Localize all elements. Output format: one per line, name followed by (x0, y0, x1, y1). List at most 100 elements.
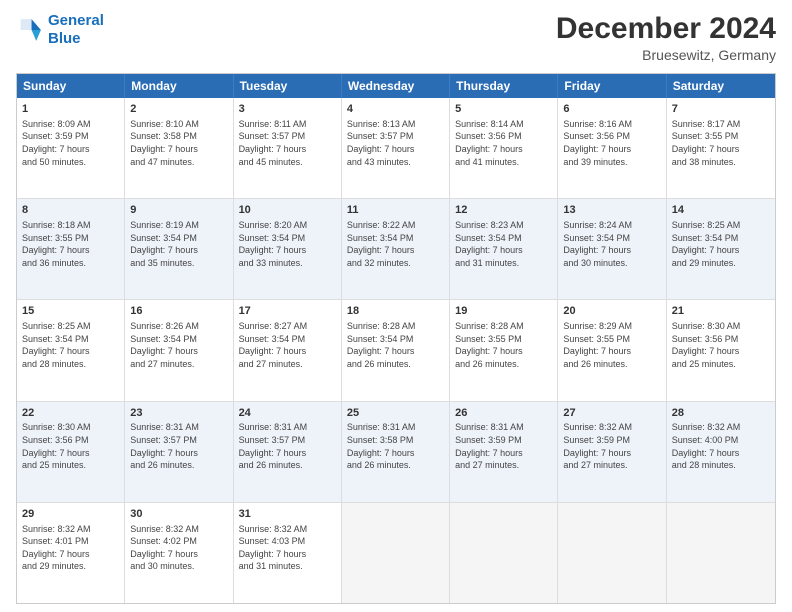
day-info: Sunrise: 8:31 AM Sunset: 3:57 PM Dayligh… (130, 421, 227, 471)
day-info: Sunrise: 8:29 AM Sunset: 3:55 PM Dayligh… (563, 320, 660, 370)
calendar-cell (667, 503, 775, 603)
day-info: Sunrise: 8:23 AM Sunset: 3:54 PM Dayligh… (455, 219, 552, 269)
calendar-cell: 26Sunrise: 8:31 AM Sunset: 3:59 PM Dayli… (450, 402, 558, 502)
day-number: 3 (239, 102, 336, 117)
day-number: 2 (130, 102, 227, 117)
calendar-body: 1Sunrise: 8:09 AM Sunset: 3:59 PM Daylig… (17, 98, 775, 603)
day-info: Sunrise: 8:30 AM Sunset: 3:56 PM Dayligh… (22, 421, 119, 471)
day-info: Sunrise: 8:11 AM Sunset: 3:57 PM Dayligh… (239, 118, 336, 168)
day-number: 30 (130, 507, 227, 522)
calendar-cell: 27Sunrise: 8:32 AM Sunset: 3:59 PM Dayli… (558, 402, 666, 502)
calendar-cell: 31Sunrise: 8:32 AM Sunset: 4:03 PM Dayli… (234, 503, 342, 603)
day-info: Sunrise: 8:16 AM Sunset: 3:56 PM Dayligh… (563, 118, 660, 168)
day-info: Sunrise: 8:32 AM Sunset: 4:00 PM Dayligh… (672, 421, 770, 471)
calendar-cell: 3Sunrise: 8:11 AM Sunset: 3:57 PM Daylig… (234, 98, 342, 198)
day-number: 22 (22, 406, 119, 421)
calendar-cell: 18Sunrise: 8:28 AM Sunset: 3:54 PM Dayli… (342, 300, 450, 400)
day-info: Sunrise: 8:17 AM Sunset: 3:55 PM Dayligh… (672, 118, 770, 168)
cal-header-wednesday: Wednesday (342, 74, 450, 98)
day-info: Sunrise: 8:31 AM Sunset: 3:59 PM Dayligh… (455, 421, 552, 471)
day-number: 11 (347, 203, 444, 218)
calendar-cell: 5Sunrise: 8:14 AM Sunset: 3:56 PM Daylig… (450, 98, 558, 198)
calendar-cell: 29Sunrise: 8:32 AM Sunset: 4:01 PM Dayli… (17, 503, 125, 603)
day-info: Sunrise: 8:32 AM Sunset: 4:02 PM Dayligh… (130, 523, 227, 573)
calendar-cell: 28Sunrise: 8:32 AM Sunset: 4:00 PM Dayli… (667, 402, 775, 502)
header: General Blue December 2024 Bruesewitz, G… (16, 12, 776, 63)
logo-general: General (48, 12, 104, 29)
logo-text: General Blue (48, 12, 104, 48)
logo-blue: Blue (48, 30, 81, 47)
day-number: 13 (563, 203, 660, 218)
calendar-cell: 4Sunrise: 8:13 AM Sunset: 3:57 PM Daylig… (342, 98, 450, 198)
calendar-cell: 11Sunrise: 8:22 AM Sunset: 3:54 PM Dayli… (342, 199, 450, 299)
calendar-cell: 17Sunrise: 8:27 AM Sunset: 3:54 PM Dayli… (234, 300, 342, 400)
cal-header-sunday: Sunday (17, 74, 125, 98)
cal-header-friday: Friday (558, 74, 666, 98)
calendar-cell (558, 503, 666, 603)
day-info: Sunrise: 8:22 AM Sunset: 3:54 PM Dayligh… (347, 219, 444, 269)
title-block: December 2024 Bruesewitz, Germany (556, 12, 776, 63)
day-number: 24 (239, 406, 336, 421)
day-info: Sunrise: 8:27 AM Sunset: 3:54 PM Dayligh… (239, 320, 336, 370)
cal-header-thursday: Thursday (450, 74, 558, 98)
day-number: 27 (563, 406, 660, 421)
day-number: 16 (130, 304, 227, 319)
day-info: Sunrise: 8:32 AM Sunset: 4:01 PM Dayligh… (22, 523, 119, 573)
day-info: Sunrise: 8:28 AM Sunset: 3:54 PM Dayligh… (347, 320, 444, 370)
calendar-cell: 10Sunrise: 8:20 AM Sunset: 3:54 PM Dayli… (234, 199, 342, 299)
calendar-week-3: 22Sunrise: 8:30 AM Sunset: 3:56 PM Dayli… (17, 402, 775, 503)
calendar-cell: 16Sunrise: 8:26 AM Sunset: 3:54 PM Dayli… (125, 300, 233, 400)
day-info: Sunrise: 8:10 AM Sunset: 3:58 PM Dayligh… (130, 118, 227, 168)
day-number: 28 (672, 406, 770, 421)
calendar-cell: 2Sunrise: 8:10 AM Sunset: 3:58 PM Daylig… (125, 98, 233, 198)
cal-header-monday: Monday (125, 74, 233, 98)
calendar-cell: 8Sunrise: 8:18 AM Sunset: 3:55 PM Daylig… (17, 199, 125, 299)
calendar-week-4: 29Sunrise: 8:32 AM Sunset: 4:01 PM Dayli… (17, 503, 775, 603)
calendar-cell: 6Sunrise: 8:16 AM Sunset: 3:56 PM Daylig… (558, 98, 666, 198)
day-number: 9 (130, 203, 227, 218)
calendar-cell: 21Sunrise: 8:30 AM Sunset: 3:56 PM Dayli… (667, 300, 775, 400)
calendar-week-0: 1Sunrise: 8:09 AM Sunset: 3:59 PM Daylig… (17, 98, 775, 199)
day-number: 15 (22, 304, 119, 319)
calendar-cell: 19Sunrise: 8:28 AM Sunset: 3:55 PM Dayli… (450, 300, 558, 400)
day-number: 23 (130, 406, 227, 421)
day-number: 17 (239, 304, 336, 319)
day-number: 14 (672, 203, 770, 218)
day-number: 26 (455, 406, 552, 421)
day-number: 4 (347, 102, 444, 117)
day-info: Sunrise: 8:18 AM Sunset: 3:55 PM Dayligh… (22, 219, 119, 269)
day-info: Sunrise: 8:25 AM Sunset: 3:54 PM Dayligh… (22, 320, 119, 370)
calendar-cell: 9Sunrise: 8:19 AM Sunset: 3:54 PM Daylig… (125, 199, 233, 299)
calendar-cell: 7Sunrise: 8:17 AM Sunset: 3:55 PM Daylig… (667, 98, 775, 198)
calendar-cell: 25Sunrise: 8:31 AM Sunset: 3:58 PM Dayli… (342, 402, 450, 502)
day-info: Sunrise: 8:30 AM Sunset: 3:56 PM Dayligh… (672, 320, 770, 370)
day-info: Sunrise: 8:13 AM Sunset: 3:57 PM Dayligh… (347, 118, 444, 168)
cal-header-saturday: Saturday (667, 74, 775, 98)
day-number: 31 (239, 507, 336, 522)
page: General Blue December 2024 Bruesewitz, G… (0, 0, 792, 612)
logo: General Blue (16, 12, 104, 48)
day-number: 1 (22, 102, 119, 117)
calendar-cell: 30Sunrise: 8:32 AM Sunset: 4:02 PM Dayli… (125, 503, 233, 603)
calendar-cell: 22Sunrise: 8:30 AM Sunset: 3:56 PM Dayli… (17, 402, 125, 502)
subtitle: Bruesewitz, Germany (556, 47, 776, 63)
day-info: Sunrise: 8:25 AM Sunset: 3:54 PM Dayligh… (672, 219, 770, 269)
day-number: 19 (455, 304, 552, 319)
day-number: 5 (455, 102, 552, 117)
main-title: December 2024 (556, 12, 776, 45)
calendar-cell: 23Sunrise: 8:31 AM Sunset: 3:57 PM Dayli… (125, 402, 233, 502)
day-info: Sunrise: 8:31 AM Sunset: 3:58 PM Dayligh… (347, 421, 444, 471)
logo-icon (16, 16, 44, 44)
calendar-cell: 1Sunrise: 8:09 AM Sunset: 3:59 PM Daylig… (17, 98, 125, 198)
day-info: Sunrise: 8:24 AM Sunset: 3:54 PM Dayligh… (563, 219, 660, 269)
calendar-week-2: 15Sunrise: 8:25 AM Sunset: 3:54 PM Dayli… (17, 300, 775, 401)
calendar-cell (342, 503, 450, 603)
day-info: Sunrise: 8:32 AM Sunset: 4:03 PM Dayligh… (239, 523, 336, 573)
day-number: 12 (455, 203, 552, 218)
calendar-cell: 15Sunrise: 8:25 AM Sunset: 3:54 PM Dayli… (17, 300, 125, 400)
calendar-cell: 20Sunrise: 8:29 AM Sunset: 3:55 PM Dayli… (558, 300, 666, 400)
day-info: Sunrise: 8:31 AM Sunset: 3:57 PM Dayligh… (239, 421, 336, 471)
day-number: 7 (672, 102, 770, 117)
day-info: Sunrise: 8:32 AM Sunset: 3:59 PM Dayligh… (563, 421, 660, 471)
day-number: 29 (22, 507, 119, 522)
